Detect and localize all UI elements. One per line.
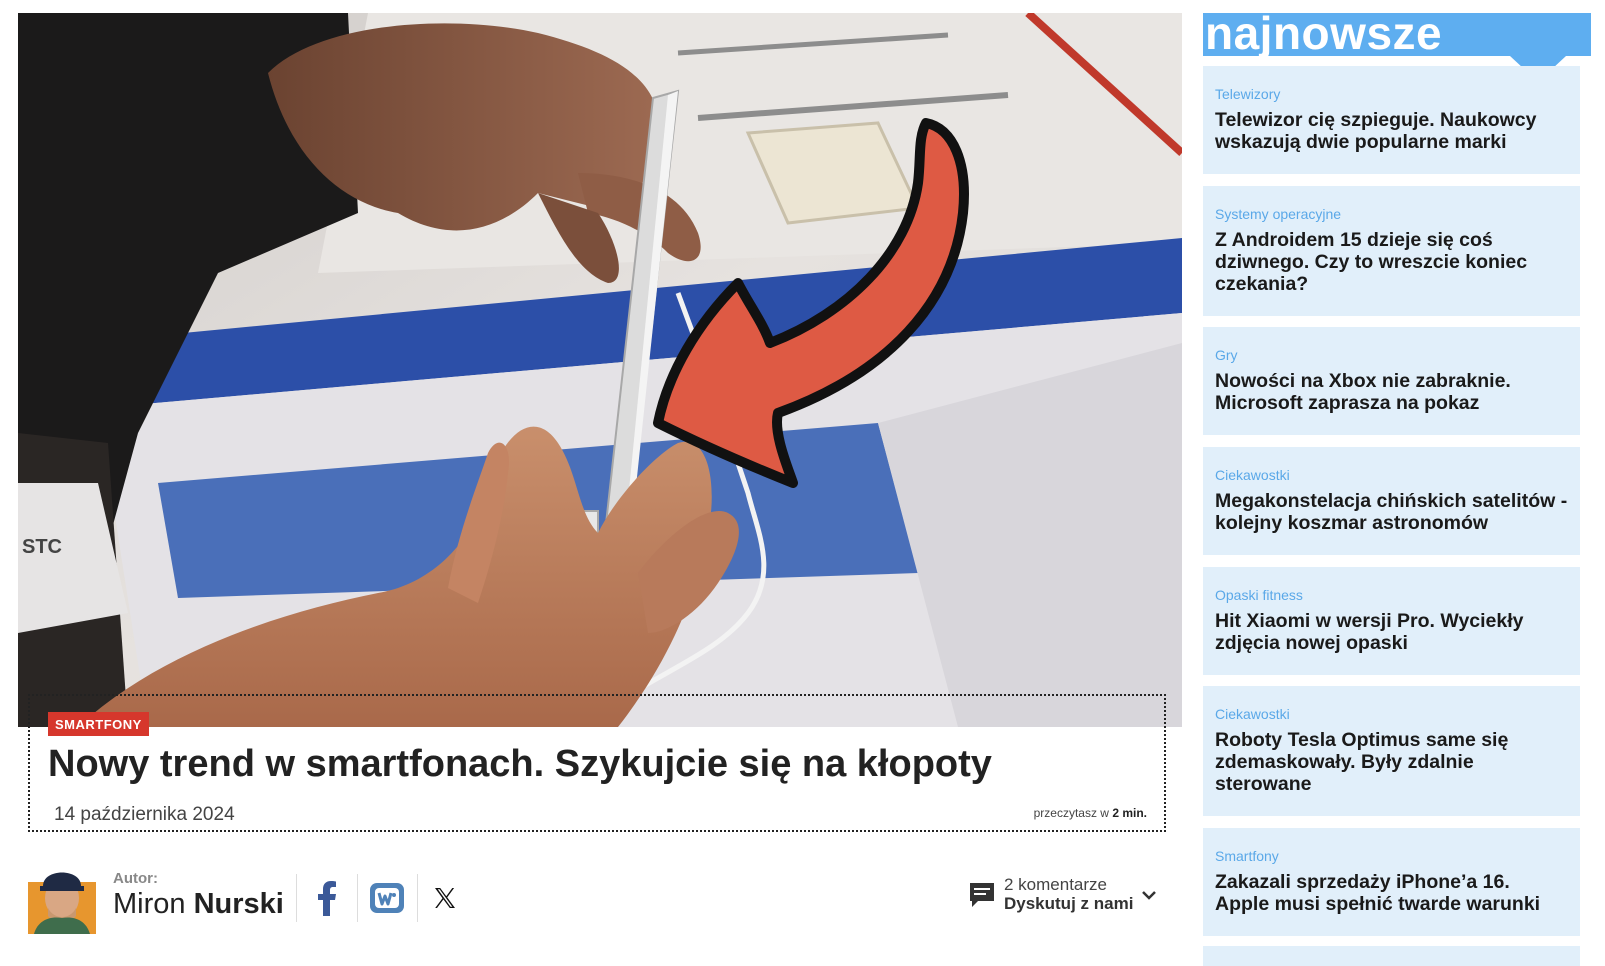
article-title: Nowy trend w smartfonach. Szykujcie się …: [48, 743, 992, 785]
news-item-category[interactable]: Ciekawostki: [1215, 706, 1568, 722]
news-item[interactable]: Gry Nowości na Xbox nie zabraknie. Micro…: [1203, 327, 1580, 435]
sidebar-title: najnowsze: [1205, 7, 1443, 59]
news-item-category[interactable]: Systemy operacyjne: [1215, 206, 1568, 222]
avatar-image: [28, 858, 96, 934]
news-item[interactable]: [1203, 946, 1580, 966]
news-item[interactable]: Opaski fitness Hit Xiaomi w wersji Pro. …: [1203, 567, 1580, 675]
article-date: 14 października 2024: [54, 804, 235, 825]
reading-time-value: 2 min.: [1112, 806, 1147, 820]
news-item-title[interactable]: Telewizor cię szpieguje. Naukowcy wskazu…: [1215, 109, 1568, 153]
reading-time: przeczytasz w 2 min.: [1034, 806, 1147, 820]
wykop-icon: [370, 883, 404, 913]
comments-count: 2 komentarze: [1004, 875, 1107, 894]
news-item-title[interactable]: Zakazali sprzedaży iPhone’a 16. Apple mu…: [1215, 871, 1568, 915]
divider: [417, 874, 418, 922]
comments-text: 2 komentarze Dyskutuj z nami: [1004, 875, 1133, 914]
author-last-name[interactable]: Nurski: [194, 888, 284, 920]
news-item-title[interactable]: Nowości na Xbox nie zabraknie. Microsoft…: [1215, 370, 1568, 414]
divider: [296, 874, 297, 922]
author-first-name[interactable]: Miron: [113, 888, 186, 920]
x-share-button[interactable]: [423, 876, 467, 920]
hero-image[interactable]: STC: [18, 13, 1182, 727]
news-item-title[interactable]: Hit Xiaomi w wersji Pro. Wyciekły zdjęci…: [1215, 610, 1568, 654]
news-item-category[interactable]: Telewizory: [1215, 86, 1568, 102]
comments-toggle[interactable]: 2 komentarze Dyskutuj z nami: [968, 876, 1157, 913]
news-item-title[interactable]: Megakonstelacja chińskich satelitów - ko…: [1215, 490, 1568, 534]
news-item[interactable]: Ciekawostki Roboty Tesla Optimus same si…: [1203, 686, 1580, 816]
comment-icon: [970, 882, 994, 907]
news-item-category[interactable]: Gry: [1215, 347, 1568, 363]
news-item-title[interactable]: Roboty Tesla Optimus same się zdemaskowa…: [1215, 729, 1568, 795]
wykop-share-button[interactable]: [365, 876, 409, 920]
author-label: Autor:: [113, 870, 158, 887]
facebook-share-button[interactable]: [305, 876, 349, 920]
divider: [357, 874, 358, 922]
news-item-category[interactable]: Smartfony: [1215, 848, 1568, 864]
x-icon: [435, 888, 455, 908]
svg-text:STC: STC: [22, 536, 62, 558]
reading-time-prefix: przeczytasz w: [1033, 806, 1109, 820]
news-item-title[interactable]: Z Androidem 15 dzieje się coś dziwnego. …: [1215, 229, 1568, 295]
news-item-category[interactable]: Opaski fitness: [1215, 587, 1568, 603]
author-name[interactable]: Miron Nurski: [113, 888, 284, 921]
hero-photo: STC: [18, 13, 1182, 727]
chevron-down-icon[interactable]: [1141, 887, 1157, 903]
news-item-category[interactable]: Ciekawostki: [1215, 467, 1568, 483]
news-item[interactable]: Ciekawostki Megakonstelacja chińskich sa…: [1203, 447, 1580, 555]
comments-cta[interactable]: Dyskutuj z nami: [1004, 894, 1133, 913]
news-item[interactable]: Smartfony Zakazali sprzedaży iPhone’a 16…: [1203, 828, 1580, 936]
author-avatar[interactable]: [28, 858, 96, 934]
category-badge[interactable]: SMARTFONY: [48, 712, 149, 736]
facebook-icon: [318, 881, 336, 916]
news-item[interactable]: Systemy operacyjne Z Androidem 15 dzieje…: [1203, 186, 1580, 316]
news-item[interactable]: Telewizory Telewizor cię szpieguje. Nauk…: [1203, 66, 1580, 174]
